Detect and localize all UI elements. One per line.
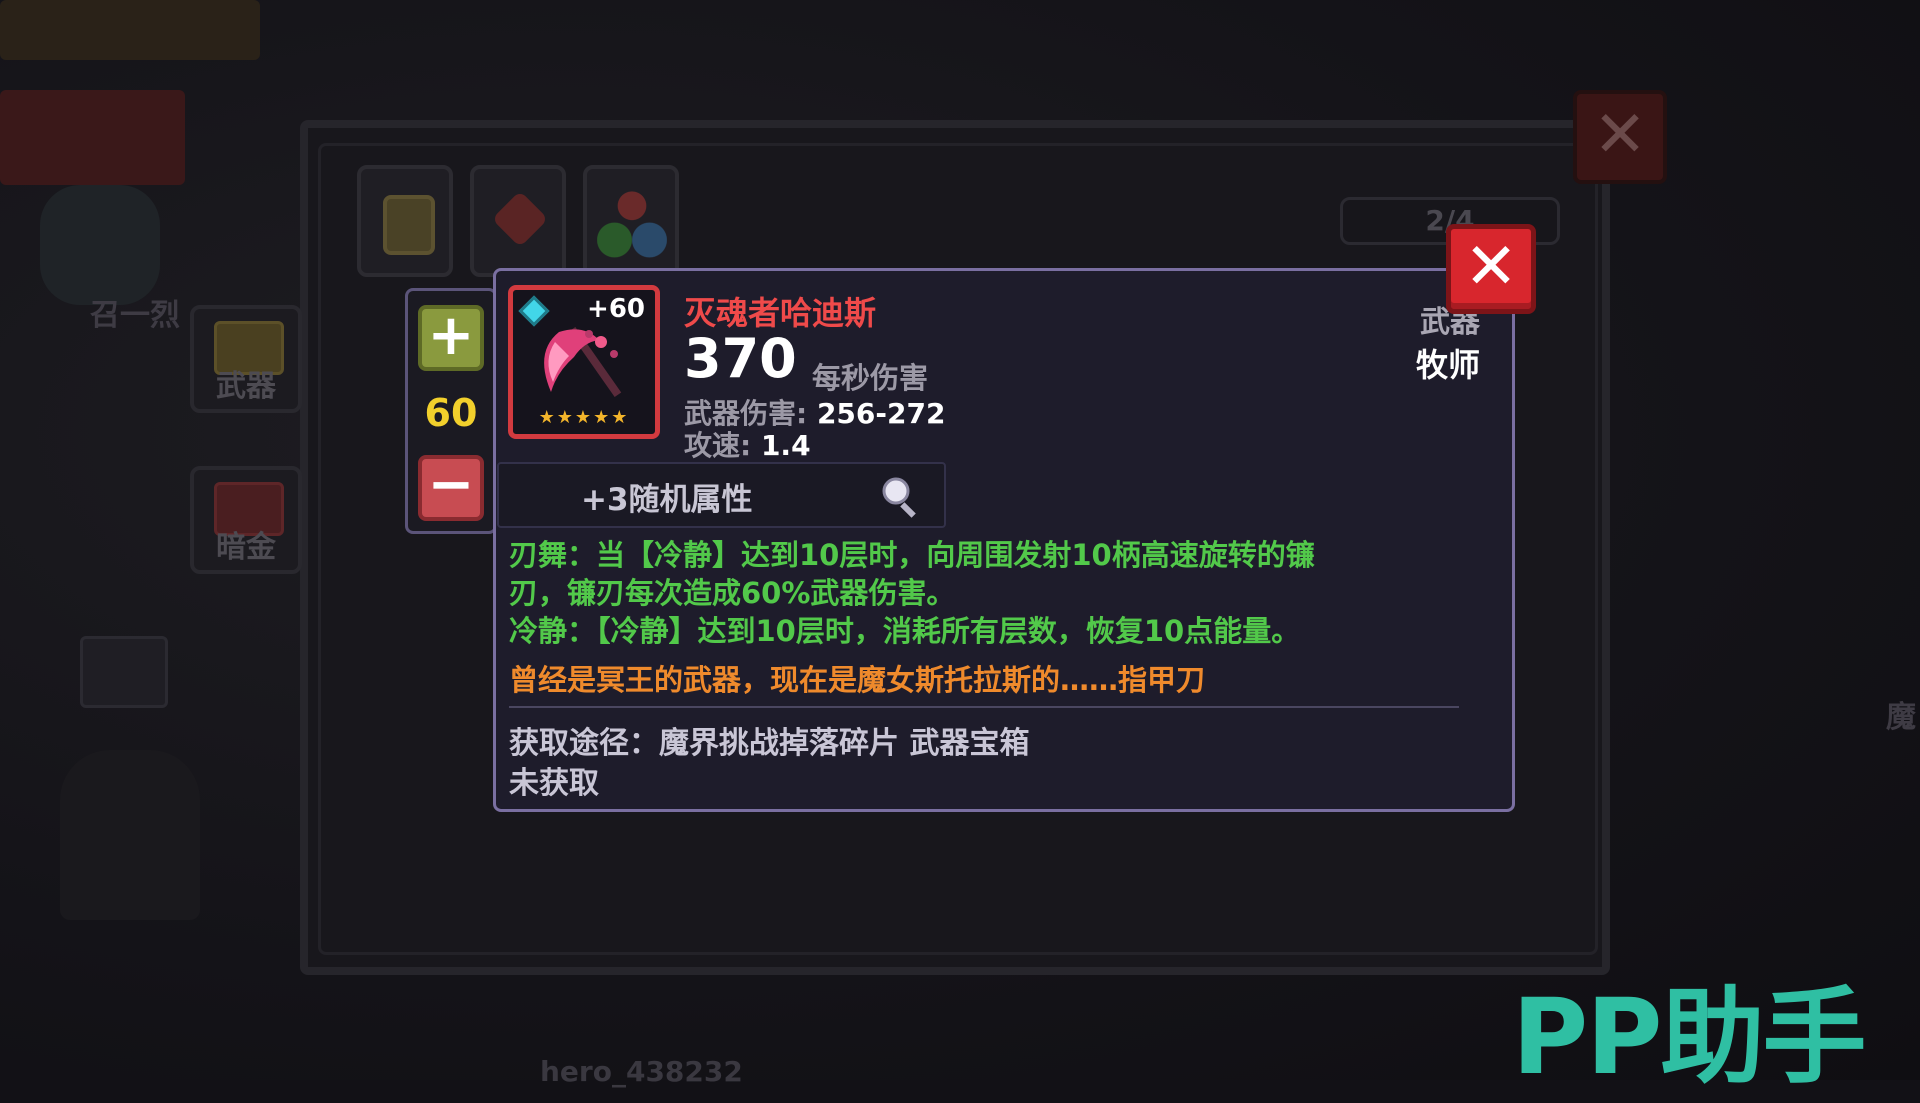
orbs-icon	[597, 183, 667, 259]
bg-top-left-decor	[0, 0, 260, 60]
item-flavor-text: 曾经是冥王的武器，现在是魔女斯托拉斯的……指甲刀	[509, 663, 1206, 697]
obtain-status: 未获取	[509, 766, 599, 801]
bg-red-banner	[0, 90, 185, 185]
item-dps-value: 370	[684, 327, 797, 390]
side-tab-dark-gold-label: 暗金	[216, 530, 276, 565]
bg-character-left	[40, 185, 160, 305]
bg-chat-icon	[80, 636, 168, 708]
weapon-category-icon	[383, 195, 435, 255]
attack-speed-label: 攻速:	[684, 429, 752, 462]
magnifier-icon[interactable]	[879, 474, 923, 518]
scythe-weapon-icon	[544, 326, 622, 398]
bg-right-edge-text: 魔	[1886, 700, 1916, 735]
skill-description-line-2: 刃，镰刃每次造成60%武器伤害。	[509, 576, 956, 610]
side-tab-weapon-label: 武器	[216, 369, 276, 404]
obtain-method: 获取途径：魔界挑战掉落碎片 武器宝箱	[509, 726, 1030, 761]
side-tab-weapon[interactable]: 武器	[190, 305, 302, 413]
side-tab-dark-gold[interactable]: 暗金	[190, 466, 302, 574]
bg-wizard-character	[60, 750, 200, 920]
skill-description-line-1: 刃舞：当【冷静】达到10层时，向周围发射10柄高速旋转的镰	[509, 538, 1315, 572]
bg-username: hero_438232	[540, 1055, 743, 1088]
attack-speed-stat: 攻速: 1.4	[684, 424, 811, 464]
panel-close-button[interactable]: ✕	[1573, 90, 1667, 184]
item-star-rating: ★★★★★	[538, 407, 630, 428]
item-dps-label: 每秒伤害	[812, 361, 929, 395]
tooltip-close-button[interactable]: ✕	[1446, 224, 1536, 314]
random-attribute-bar[interactable]: +3随机属性	[497, 462, 946, 528]
bg-obscured-name: 召一烈	[90, 298, 180, 333]
random-attribute-label: +3随机属性	[581, 482, 753, 518]
watermark-logo: PP助手	[1512, 976, 1866, 1098]
item-class-label: 牧师	[1415, 346, 1480, 384]
level-value: 60	[424, 391, 478, 435]
tab-orb-category[interactable]	[583, 165, 679, 277]
skill-description-line-3: 冷静：【冷静】达到10层时，消耗所有层数，恢复10点能量。	[509, 614, 1301, 648]
level-plus-button[interactable]: +	[418, 305, 484, 371]
card-divider	[509, 706, 1459, 708]
red-gem-icon	[491, 190, 549, 248]
tab-weapon-category[interactable]	[357, 165, 453, 277]
level-stepper: + 60 −	[405, 288, 497, 534]
level-minus-button[interactable]: −	[418, 455, 484, 521]
weapon-damage-value: 256-272	[816, 397, 946, 430]
item-icon-frame: +60 ★★★★★	[508, 285, 660, 439]
tab-gem-category[interactable]	[470, 165, 566, 277]
attack-speed-value: 1.4	[760, 429, 811, 462]
